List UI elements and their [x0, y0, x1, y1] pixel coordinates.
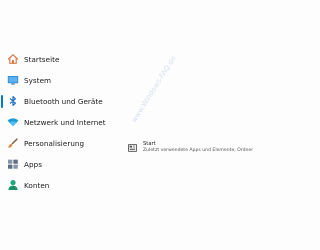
home-icon [7, 53, 19, 65]
start-settings-row[interactable]: Start Zuletzt verwendete Apps und Elemen… [128, 141, 253, 159]
sidebar-item-bluetooth[interactable]: Bluetooth und Geräte [0, 91, 120, 111]
sidebar-item-label: Konten [24, 180, 50, 190]
start-description: Zuletzt verwendete Apps und Elemente, Or… [143, 148, 254, 153]
start-menu-icon [128, 144, 137, 152]
sidebar-item-label: Apps [24, 159, 42, 169]
sidebar-item-label: Personalisierung [24, 138, 85, 148]
paintbrush-icon [7, 137, 19, 149]
sidebar-item-label: Netzwerk und Internet [24, 117, 106, 127]
sidebar-item-label: Startseite [24, 54, 60, 64]
wifi-icon [7, 116, 19, 128]
settings-sidebar: Startseite System Bluetooth und Geräte N… [0, 49, 120, 196]
person-icon [7, 179, 19, 191]
sidebar-item-label: Bluetooth und Geräte [24, 96, 103, 106]
bluetooth-icon [7, 95, 19, 107]
sidebar-item-personalisierung[interactable]: Personalisierung [0, 133, 120, 153]
monitor-icon [7, 74, 19, 86]
apps-icon [7, 158, 19, 170]
start-title: Start [143, 141, 156, 147]
sidebar-item-label: System [24, 75, 52, 85]
sidebar-item-startseite[interactable]: Startseite [0, 49, 120, 69]
sidebar-item-konten[interactable]: Konten [0, 175, 120, 195]
sidebar-item-netzwerk[interactable]: Netzwerk und Internet [0, 112, 120, 132]
sidebar-item-system[interactable]: System [0, 70, 120, 90]
watermark: www.Windows-FAQ.de [130, 54, 178, 125]
sidebar-item-apps[interactable]: Apps [0, 154, 120, 174]
